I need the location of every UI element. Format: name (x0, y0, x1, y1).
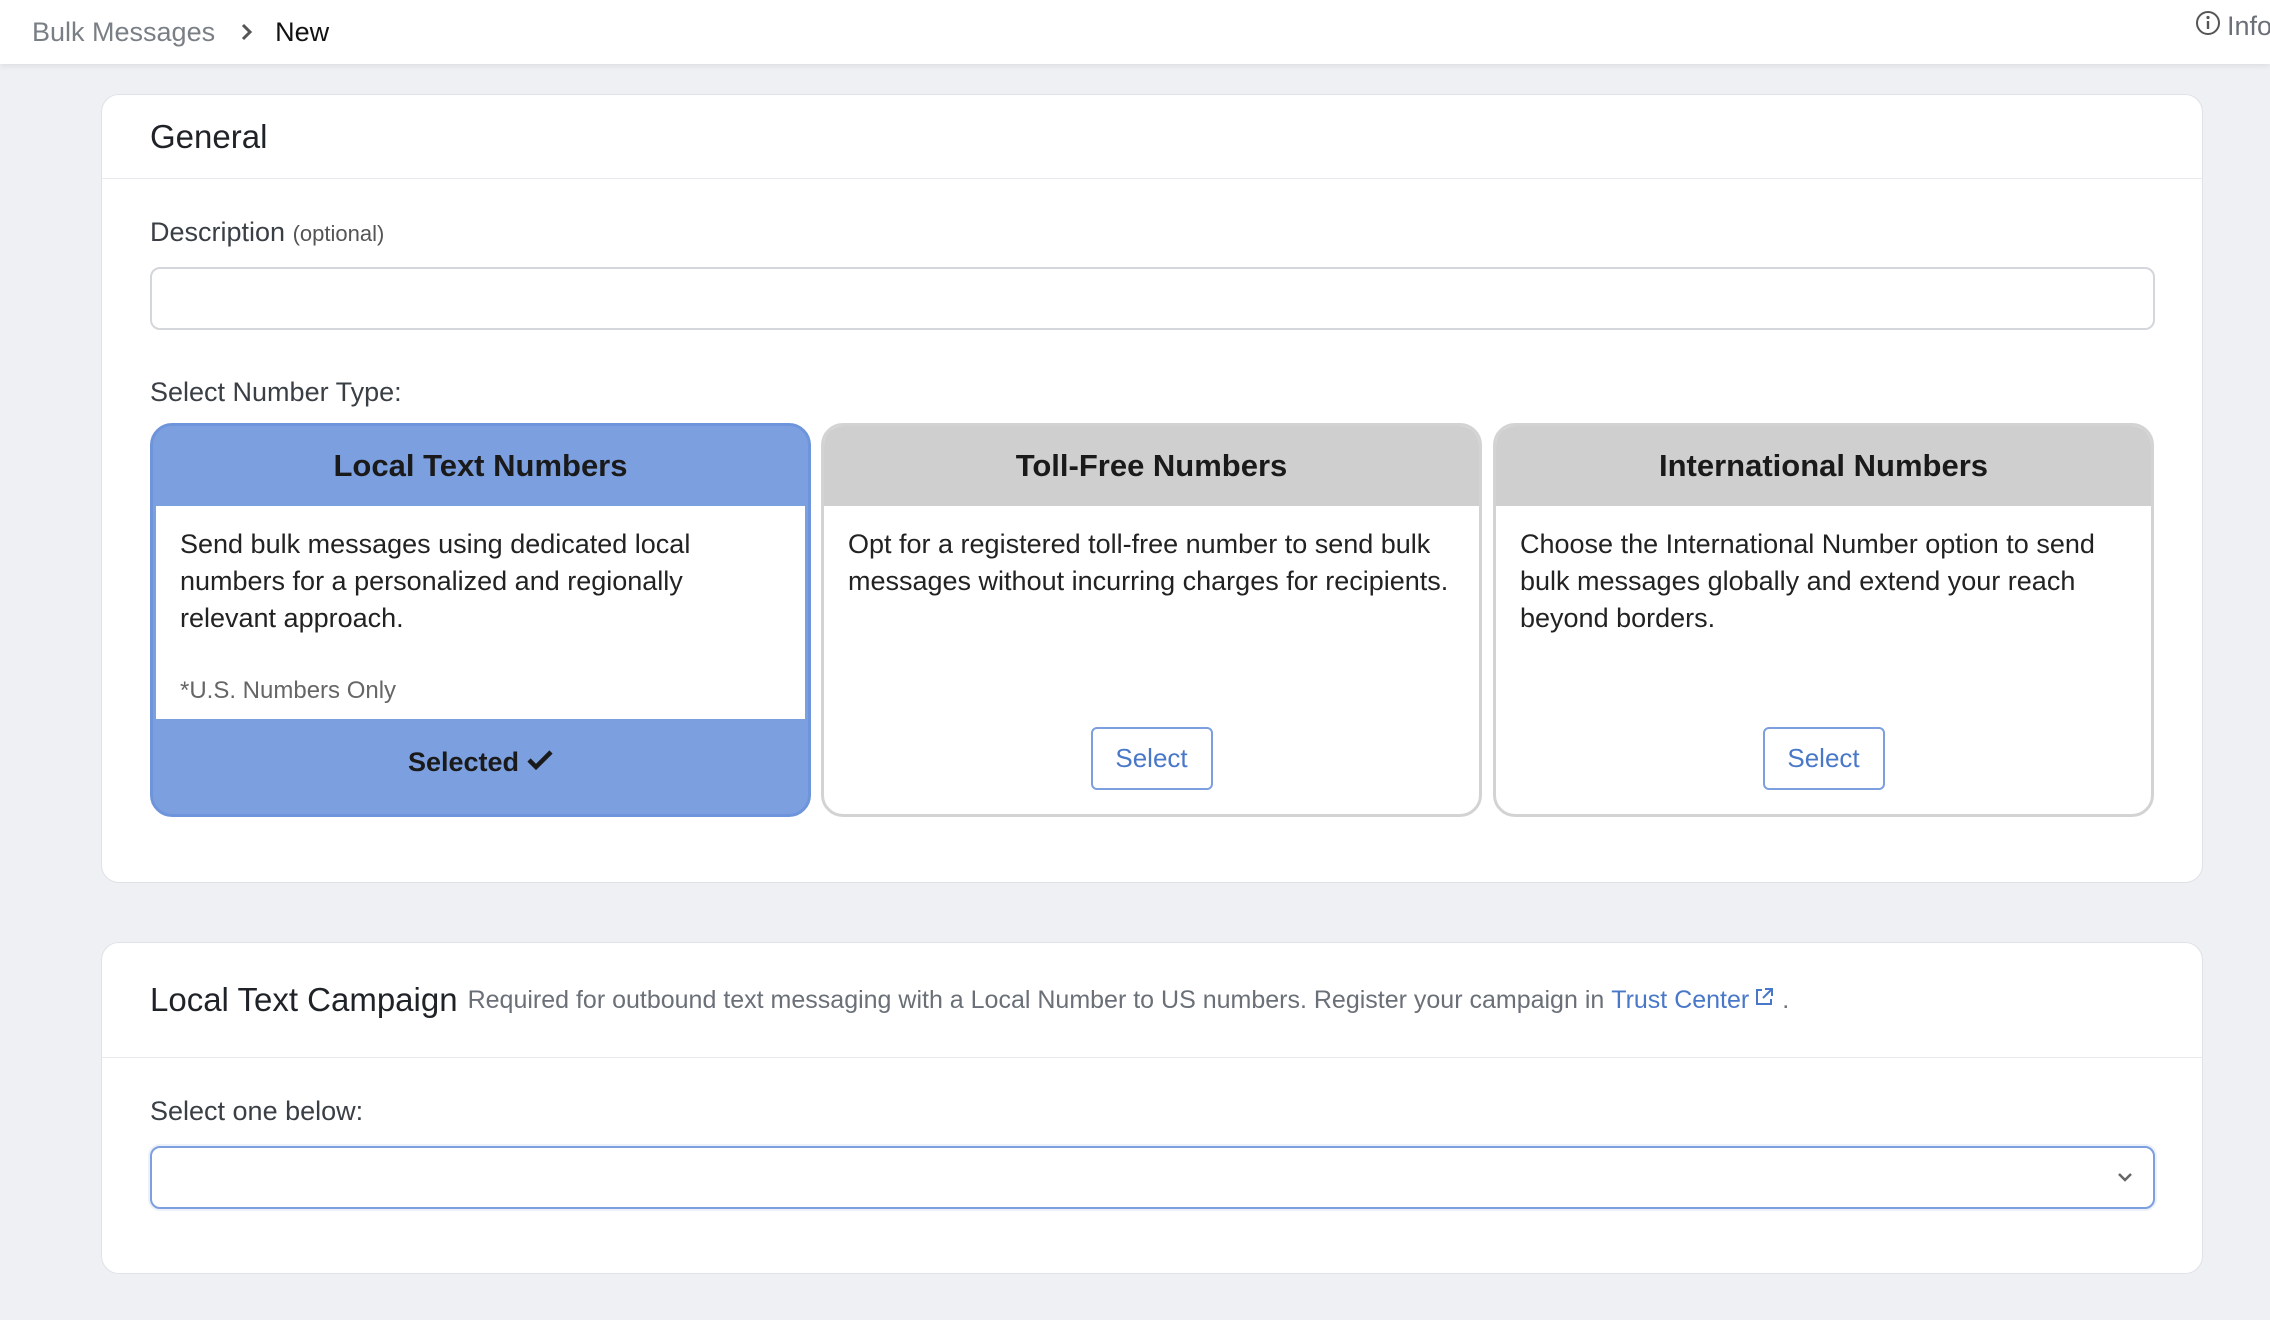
breadcrumb-current: New (275, 16, 330, 47)
number-type-local-title: Local Text Numbers (153, 426, 808, 506)
description-label: Description (optional) (150, 217, 384, 248)
description-label-text: Description (150, 217, 286, 247)
info-button[interactable]: Info (2195, 10, 2270, 43)
campaign-card: Local Text Campaign Required for outboun… (101, 942, 2203, 1274)
number-type-international-description: Choose the International Number option t… (1520, 529, 2095, 633)
top-bar: Bulk Messages New Info (0, 0, 2270, 64)
general-title: General (150, 117, 268, 155)
number-type-toll-free[interactable]: Toll-Free Numbers Opt for a registered t… (821, 423, 1482, 817)
number-type-toll-free-description: Opt for a registered toll-free number to… (848, 529, 1449, 596)
number-type-local-description: Send bulk messages using dedicated local… (180, 529, 691, 633)
select-international-button[interactable]: Select (1762, 727, 1885, 790)
info-label: Info (2227, 11, 2270, 41)
campaign-select[interactable] (150, 1146, 2155, 1209)
breadcrumb: Bulk Messages New (32, 17, 329, 48)
campaign-card-header: Local Text Campaign Required for outboun… (102, 943, 2202, 1058)
campaign-subtitle-end: . (1782, 985, 1790, 1014)
external-link-icon (1753, 986, 1775, 1015)
description-optional: (optional) (292, 221, 385, 246)
description-input[interactable] (150, 267, 2155, 330)
info-circle-icon (2195, 10, 2221, 43)
number-type-international[interactable]: International Numbers Choose the Interna… (1493, 423, 2154, 817)
number-type-local[interactable]: Local Text Numbers Send bulk messages us… (150, 423, 811, 817)
check-icon (527, 747, 553, 778)
chevron-right-icon (227, 18, 267, 46)
trust-center-link[interactable]: Trust Center (1611, 986, 1775, 1015)
number-type-local-body: Send bulk messages using dedicated local… (156, 506, 805, 719)
number-type-toll-free-title: Toll-Free Numbers (824, 426, 1479, 506)
breadcrumb-bulk-messages[interactable]: Bulk Messages (32, 17, 215, 48)
campaign-select-label: Select one below: (150, 1096, 364, 1126)
general-card-header: General (102, 95, 2202, 179)
number-type-toll-free-body: Opt for a registered toll-free number to… (824, 506, 1479, 620)
selected-indicator: Selected (153, 747, 808, 778)
number-type-local-note: *U.S. Numbers Only (180, 677, 397, 704)
trust-center-link-label: Trust Center (1611, 985, 1750, 1014)
select-toll-free-button[interactable]: Select (1090, 727, 1213, 790)
number-type-international-body: Choose the International Number option t… (1496, 506, 2151, 657)
general-card: General Description (optional) Select Nu… (101, 94, 2203, 883)
campaign-subtitle: Required for outbound text messaging wit… (468, 986, 1790, 1015)
chevron-down-icon (2115, 1166, 2135, 1193)
selected-label: Selected (407, 747, 520, 777)
campaign-title: Local Text Campaign (150, 981, 458, 1018)
campaign-subtitle-text: Required for outbound text messaging wit… (467, 985, 1605, 1014)
number-type-international-title: International Numbers (1496, 426, 2151, 506)
number-type-label: Select Number Type: (150, 377, 402, 407)
